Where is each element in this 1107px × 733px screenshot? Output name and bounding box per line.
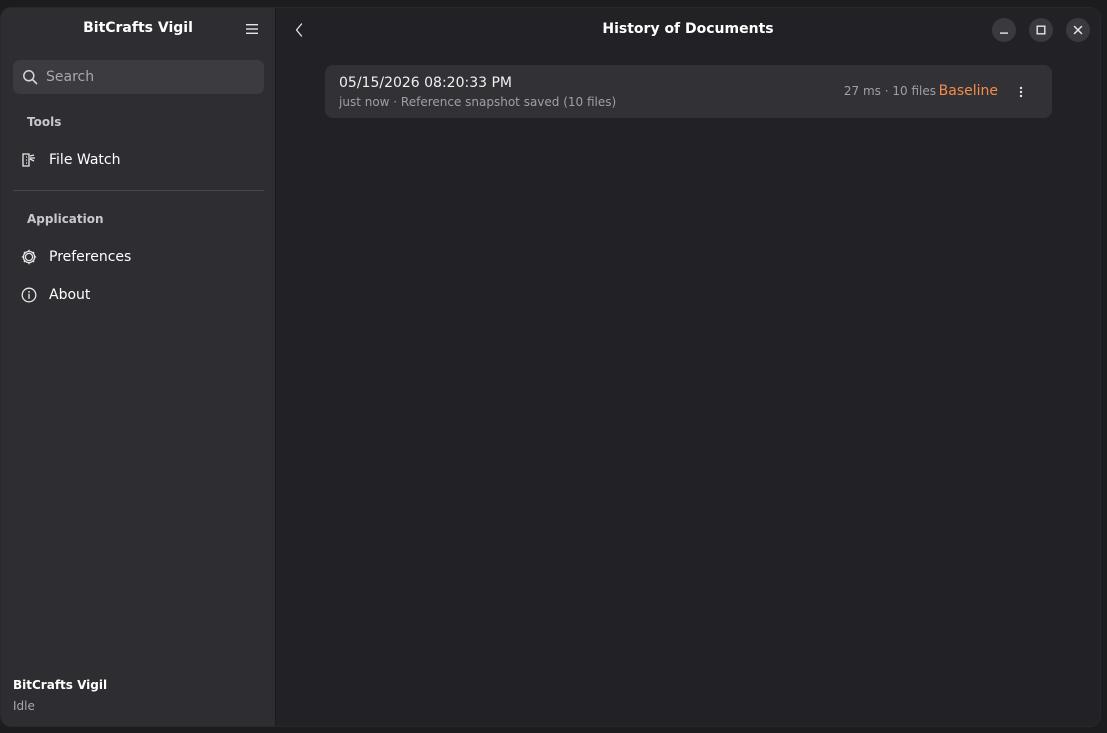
gear-icon xyxy=(20,248,38,266)
search-input[interactable] xyxy=(44,68,248,86)
footer-app-title: BitCrafts Vigil xyxy=(13,678,108,692)
minimize-icon xyxy=(1000,32,1008,34)
app-title: BitCrafts Vigil xyxy=(83,20,193,36)
more-vertical-icon xyxy=(1019,86,1023,98)
history-entry[interactable]: 05/15/2026 08:20:33 PM just now · Refere… xyxy=(325,65,1052,118)
sidebar-item-file-watch[interactable]: File Watch xyxy=(13,143,264,177)
entry-description: just now · Reference snapshot saved (10 … xyxy=(339,95,617,109)
sidebar: BitCrafts Vigil Tools xyxy=(1,8,276,726)
sidebar-header: BitCrafts Vigil xyxy=(1,8,275,52)
maximize-button[interactable] xyxy=(1029,18,1053,42)
minimize-button[interactable] xyxy=(992,18,1016,42)
page-title: History of Documents xyxy=(602,21,774,37)
hamburger-menu-icon xyxy=(246,24,258,34)
info-icon xyxy=(20,286,38,304)
file-watch-icon xyxy=(20,151,38,169)
sidebar-item-label: Preferences xyxy=(49,249,132,265)
sidebar-item-about[interactable]: About xyxy=(13,278,264,312)
sidebar-item-label: About xyxy=(49,287,91,303)
search-icon xyxy=(22,69,38,85)
sidebar-item-preferences[interactable]: Preferences xyxy=(13,240,264,274)
app-window: BitCrafts Vigil Tools xyxy=(1,8,1100,726)
main-menu-button[interactable] xyxy=(241,18,263,40)
search-field[interactable] xyxy=(13,60,264,94)
sidebar-divider xyxy=(13,190,264,191)
maximize-icon xyxy=(1036,25,1046,35)
close-icon xyxy=(1073,25,1083,35)
section-label-application: Application xyxy=(27,212,104,226)
baseline-badge: Baseline xyxy=(938,83,998,99)
entry-menu-button[interactable] xyxy=(1010,81,1032,103)
header-bar: History of Documents xyxy=(276,8,1100,52)
main-content: History of Documents 05/15/2026 08:20:33… xyxy=(276,8,1100,726)
sidebar-item-label: File Watch xyxy=(49,152,121,168)
section-label-tools: Tools xyxy=(27,115,62,129)
status-text: Idle xyxy=(13,699,35,713)
close-button[interactable] xyxy=(1066,18,1090,42)
entry-timestamp: 05/15/2026 08:20:33 PM xyxy=(339,75,512,91)
entry-stats: 27 ms · 10 files xyxy=(843,84,936,98)
